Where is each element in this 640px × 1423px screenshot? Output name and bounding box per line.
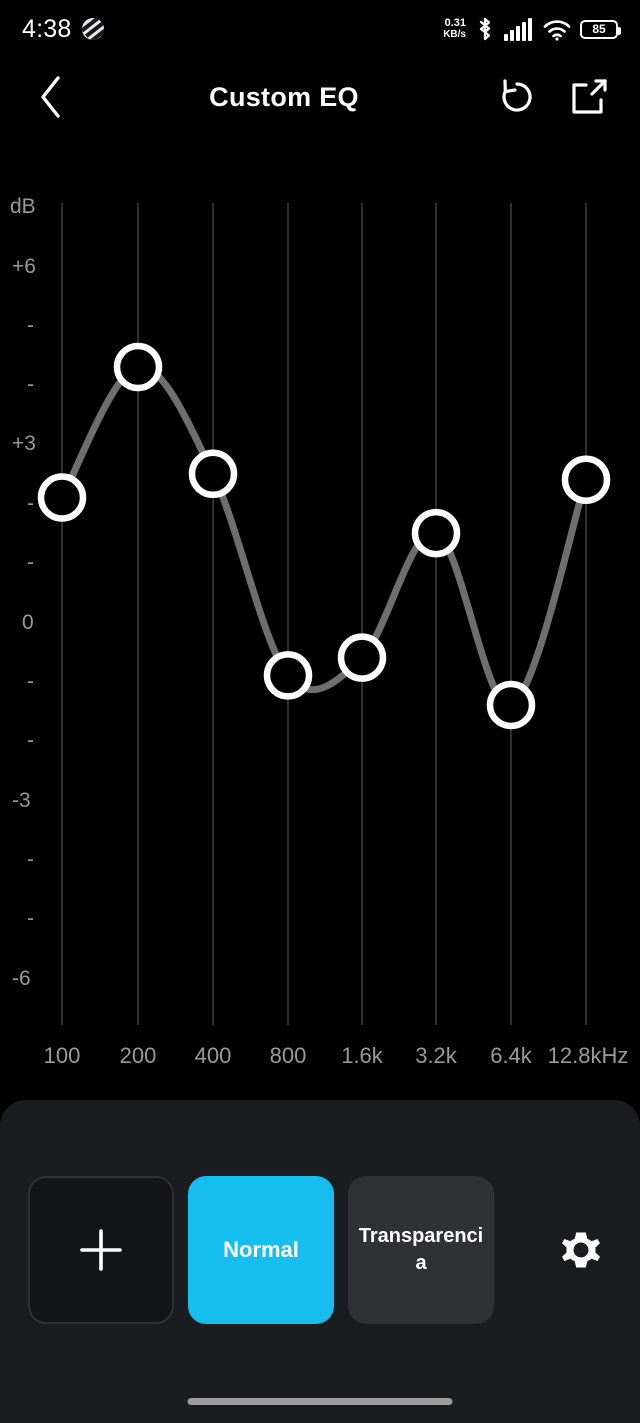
y-tick-label: -3: [12, 789, 31, 812]
reset-rotate-icon: [502, 79, 532, 112]
y-tick-label: -: [27, 729, 34, 752]
eq-band-node[interactable]: [337, 633, 387, 682]
y-tick-label: +6: [12, 255, 36, 278]
battery-level: 85: [592, 22, 606, 36]
y-tick-label: 0: [22, 611, 34, 634]
share-button[interactable]: [566, 74, 612, 120]
bluetooth-icon: [479, 17, 491, 41]
reset-button[interactable]: [494, 74, 540, 120]
preset-panel: Normal Transparencia: [0, 1100, 640, 1423]
status-bar-right: 0.31 KB/s 85: [443, 16, 621, 42]
network-speed: 0.31 KB/s: [443, 17, 466, 41]
add-preset-button[interactable]: [28, 1176, 174, 1324]
y-tick-label: -: [27, 314, 34, 337]
share-export-icon: [572, 79, 607, 114]
eq-band-nodes[interactable]: [37, 342, 611, 730]
y-axis-unit-label: dB: [10, 195, 36, 218]
top-navigation-bar: Custom EQ: [0, 58, 640, 136]
zebra-app-icon: [82, 18, 105, 40]
y-axis-ticks: +6 - - +3 - - 0 - - -3 - - -6: [12, 255, 36, 990]
preset-label: Normal: [223, 1237, 299, 1263]
network-speed-unit: KB/s: [443, 29, 466, 40]
y-tick-label: -: [27, 848, 34, 871]
eq-band-node[interactable]: [37, 473, 87, 522]
status-bar: 4:38 0.31 KB/s 85: [0, 0, 640, 58]
eq-band-node[interactable]: [411, 508, 461, 558]
y-tick-label: -6: [12, 967, 31, 990]
x-tick-label: 1.6k: [341, 1043, 384, 1068]
network-speed-value: 0.31: [444, 17, 466, 29]
y-tick-label: -: [27, 492, 34, 515]
x-tick-label: 400: [195, 1043, 232, 1068]
eq-band-node[interactable]: [263, 651, 313, 700]
status-clock: 4:38: [22, 14, 72, 43]
nav-actions: [494, 74, 612, 120]
x-tick-label: 800: [270, 1043, 307, 1068]
x-tick-label: 100: [44, 1043, 81, 1068]
eq-chart[interactable]: dB +6 - - +3 - - 0 - - -3 - - -6 100 200…: [0, 185, 640, 1090]
eq-band-node[interactable]: [188, 449, 238, 499]
eq-response-curve: [58, 363, 590, 709]
settings-button[interactable]: [550, 1219, 612, 1281]
y-tick-label: -: [27, 670, 34, 693]
page-title: Custom EQ: [209, 81, 359, 112]
battery-icon: 85: [580, 19, 621, 39]
cellular-signal-icon: [504, 18, 532, 41]
x-tick-label: 6.4k: [490, 1043, 533, 1068]
eq-band-node[interactable]: [486, 680, 536, 730]
x-tick-label: 200: [120, 1043, 157, 1068]
preset-row: Normal Transparencia: [0, 1176, 640, 1324]
preset-transparencia[interactable]: Transparencia: [348, 1176, 494, 1324]
eq-screen: 4:38 0.31 KB/s 85 Custom EQ dB +6 - - +3…: [0, 0, 640, 1423]
x-tick-label: 3.2k: [415, 1043, 458, 1068]
chart-gridlines: [61, 203, 587, 1025]
eq-chart-canvas[interactable]: dB +6 - - +3 - - 0 - - -3 - - -6 100 200…: [0, 185, 640, 1090]
eq-band-node[interactable]: [561, 455, 611, 504]
y-tick-label: +3: [12, 432, 36, 455]
y-tick-label: -: [27, 373, 34, 396]
x-axis-ticks: 100 200 400 800 1.6k 3.2k 6.4k 12.8kHz: [44, 1043, 629, 1068]
y-tick-label: -: [27, 907, 34, 930]
plus-icon: [80, 1229, 122, 1271]
x-tick-label: 12.8kHz: [548, 1043, 629, 1068]
chevron-left-icon: [41, 76, 60, 118]
preset-normal[interactable]: Normal: [188, 1176, 334, 1324]
back-button[interactable]: [28, 74, 74, 120]
gear-icon: [562, 1232, 600, 1268]
eq-band-node[interactable]: [113, 342, 163, 392]
y-tick-label: -: [27, 551, 34, 574]
home-indicator: [187, 1398, 453, 1405]
wifi-icon: [543, 19, 571, 41]
status-bar-left: 4:38: [22, 14, 105, 44]
preset-label: Transparencia: [358, 1225, 484, 1274]
